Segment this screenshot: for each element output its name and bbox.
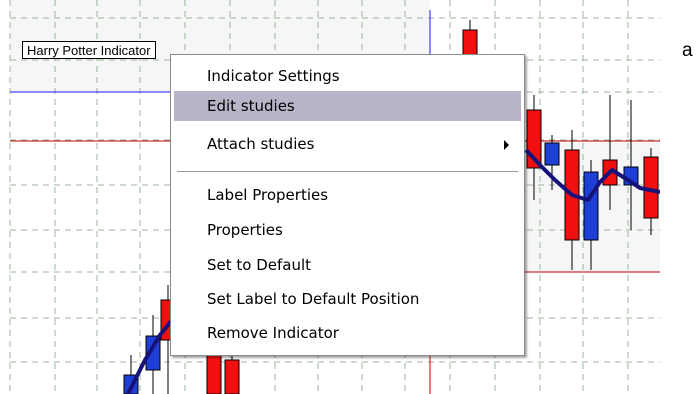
menu-item-set-label-default-position[interactable]: Set Label to Default Position [174, 284, 521, 314]
context-menu: Indicator Settings Edit studies Attach s… [170, 54, 525, 356]
menu-item-edit-studies[interactable]: Edit studies [174, 91, 521, 121]
candle-body [544, 142, 560, 166]
menu-item-label-properties[interactable]: Label Properties [174, 180, 521, 210]
menu-item-label: Label Properties [207, 186, 329, 204]
menu-item-label: Properties [207, 221, 283, 239]
candle-body [224, 359, 240, 394]
menu-item-label: Edit studies [207, 97, 295, 115]
indicator-label[interactable]: Harry Potter Indicator [22, 41, 156, 59]
candle-body [583, 171, 599, 241]
menu-item-label: Set Label to Default Position [207, 290, 420, 308]
submenu-arrow-icon [504, 140, 509, 150]
menu-item-remove-indicator[interactable]: Remove Indicator [174, 318, 521, 348]
margin-letter: a [682, 40, 693, 61]
menu-item-indicator-settings[interactable]: Indicator Settings [174, 61, 521, 91]
menu-item-properties[interactable]: Properties [174, 215, 521, 245]
menu-separator [177, 171, 518, 173]
menu-item-label: Remove Indicator [207, 324, 339, 342]
menu-item-attach-studies[interactable]: Attach studies [174, 129, 521, 159]
menu-item-label: Set to Default [207, 256, 312, 274]
menu-item-set-to-default[interactable]: Set to Default [174, 250, 521, 280]
menu-item-label: Attach studies [207, 135, 315, 153]
menu-item-label: Indicator Settings [207, 67, 340, 85]
